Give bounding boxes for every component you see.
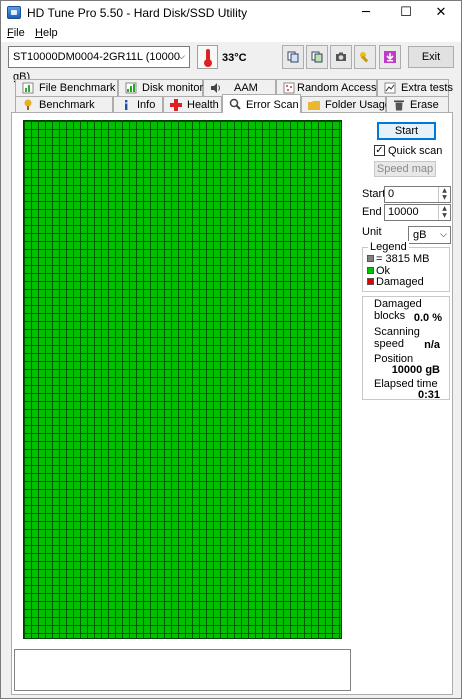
quick-scan-label: Quick scan [388,145,443,157]
tab-health[interactable]: Health [163,96,222,113]
tab-error-scan[interactable]: Error Scan [222,94,301,113]
trash-icon [394,100,404,111]
copy-icon [287,51,299,63]
tab-label: File Benchmark [39,82,116,94]
menu-help-mnemonic: H [35,27,43,39]
tab-label: Folder Usage [325,99,392,111]
drive-select[interactable]: ST10000DM0004-2GR11L (10000 gB) ⌵ [8,46,190,83]
chevron-down-icon: ⌵ [178,52,185,62]
title-bar: HD Tune Pro 5.50 - Hard Disk/SSD Utility… [1,1,461,24]
speed-map-button[interactable]: Speed map [374,161,436,177]
window-title: HD Tune Pro 5.50 - Hard Disk/SSD Utility [27,6,248,20]
extra-tests-icon [384,82,396,94]
menu-help[interactable]: Help [35,27,58,39]
quick-scan-checkbox[interactable]: ✓ [374,145,385,156]
position-value: 10000 gB [391,364,440,376]
speaker-icon [211,83,220,93]
unit-label: Unit [362,226,382,238]
tab-label: Erase [410,99,439,111]
info-icon [125,100,128,110]
download-arrow-icon [384,51,396,63]
tab-disk-monitor[interactable]: Disk monitor [118,79,203,96]
menu-file-mnemonic: F [7,27,14,39]
copy-text-button[interactable] [282,45,304,69]
health-cross-icon [170,99,182,111]
thermometer-icon [197,45,218,69]
tab-label: Error Scan [246,99,299,111]
start-input-value: 0 [388,188,395,200]
scan-block-map [23,120,342,639]
options-button[interactable] [354,45,376,69]
unit-select[interactable]: gB ⌵ [408,226,451,244]
toolbar: ST10000DM0004-2GR11L (10000 gB) ⌵ 33°C E… [1,42,461,83]
legend-block-swatch [367,255,374,262]
tab-folder-usage[interactable]: Folder Usage [301,96,391,113]
tab-row-bottom: Benchmark Info Health Error Scan Folder … [11,94,453,113]
error-scan-panel: Start ✓ Quick scan Speed map Start 0 ▲ ▼ … [11,112,453,695]
scan-log-area [14,649,351,691]
magnifier-icon [229,98,241,110]
menu-bar: File Help [1,24,461,42]
legend-ok-swatch [367,267,374,274]
scanning-speed-value: n/a [424,339,440,351]
spinner-arrows-icon[interactable]: ▲ ▼ [438,205,450,220]
file-benchmark-icon [22,82,34,94]
legend-block-size: = 3815 MB [376,253,430,265]
copy-all-button[interactable] [306,45,328,69]
screenshot-button[interactable] [330,45,352,69]
temperature-readout: 33°C [222,52,247,64]
end-input-value: 10000 [388,206,419,218]
legend-title: Legend [368,241,409,253]
tab-label: Info [137,99,156,111]
legend-damaged-label: Damaged [376,276,424,288]
tab-extra-tests[interactable]: Extra tests [377,79,453,96]
unit-select-value: gB [413,229,427,241]
tab-label: Health [187,99,219,111]
elapsed-time-value: 0:31 [417,389,440,401]
chevron-down-icon: ⌵ [440,230,447,240]
app-window: HD Tune Pro 5.50 - Hard Disk/SSD Utility… [0,0,462,699]
folder-icon [308,101,320,110]
start-input[interactable]: 0 ▲ ▼ [384,186,451,203]
camera-icon [336,52,346,61]
tab-label: Benchmark [39,99,95,111]
start-button[interactable]: Start [377,122,436,140]
end-input[interactable]: 10000 ▲ ▼ [384,204,451,221]
save-button[interactable] [379,45,401,69]
end-field-label: End [362,206,382,218]
tab-file-benchmark[interactable]: File Benchmark [15,79,118,96]
disk-monitor-icon [125,82,137,94]
tab-info[interactable]: Info [113,96,163,113]
benchmark-icon [24,99,32,110]
exit-button[interactable]: Exit [408,46,454,68]
tab-label: Random Access [297,82,377,94]
start-field-label: Start [362,188,386,200]
tab-erase[interactable]: Erase [386,96,449,113]
tab-label: Extra tests [401,82,453,94]
menu-file-label: ile [13,27,25,39]
damaged-blocks-value: 0.0 % [413,312,442,324]
tab-label: Disk monitor [142,82,204,94]
legend-damaged-swatch [367,278,374,285]
close-button[interactable]: ✕ [422,1,460,24]
maximize-button[interactable]: ☐ [387,1,425,24]
wrench-icon [360,52,369,63]
tab-benchmark[interactable]: Benchmark [15,96,113,113]
hd-tune-app-icon [7,6,21,19]
menu-file[interactable]: File [7,27,25,39]
copy-all-icon [311,51,323,63]
spinner-arrows-icon[interactable]: ▲ ▼ [438,187,450,202]
menu-help-label: elp [42,27,58,39]
random-access-icon [283,82,295,94]
minimize-button[interactable]: ─ [347,1,385,24]
